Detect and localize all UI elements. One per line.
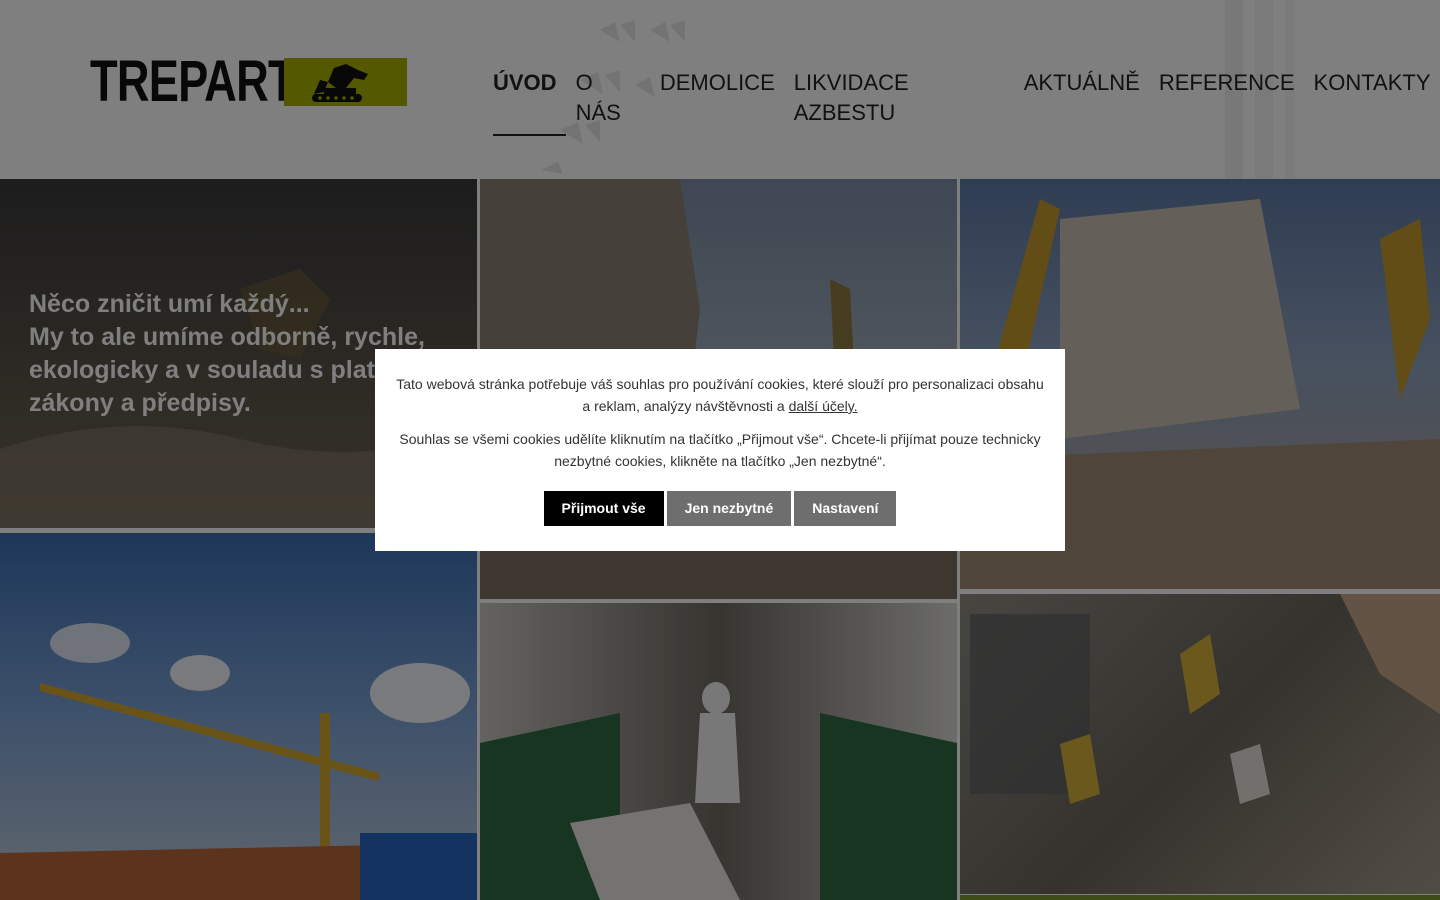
- cookie-text-2: Souhlas se všemi cookies udělíte kliknut…: [399, 431, 1041, 469]
- cookie-consent-dialog: Tato webová stránka potřebuje váš souhla…: [375, 349, 1065, 551]
- cookie-text-1-body: Tato webová stránka potřebuje váš souhla…: [396, 376, 1044, 414]
- cookie-text-1: Tato webová stránka potřebuje váš souhla…: [391, 373, 1049, 417]
- cookie-more-purposes-link[interactable]: další účely.: [789, 398, 858, 414]
- settings-button[interactable]: Nastavení: [794, 491, 897, 526]
- necessary-only-button[interactable]: Jen nezbytné: [666, 491, 792, 526]
- accept-all-button[interactable]: Přijmout vše: [543, 491, 664, 526]
- cookie-buttons: Přijmout vše Jen nezbytné Nastavení: [391, 491, 1049, 526]
